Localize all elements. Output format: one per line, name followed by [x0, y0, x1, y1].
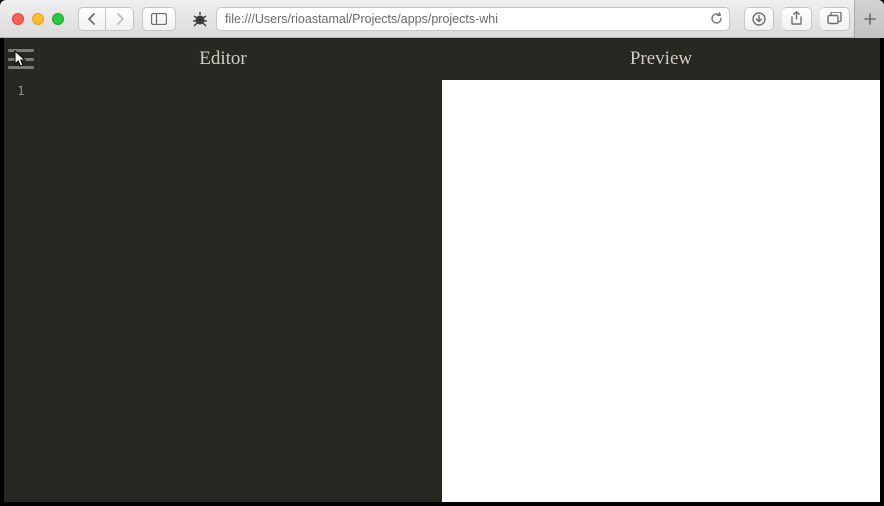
browser-window: file:///Users/rioastamal/Projects/apps/p… — [0, 0, 884, 506]
plus-icon — [863, 12, 877, 26]
bug-icon — [191, 10, 209, 28]
browser-toolbar: file:///Users/rioastamal/Projects/apps/p… — [0, 0, 884, 38]
window-zoom-button[interactable] — [52, 13, 64, 25]
forward-button[interactable] — [106, 7, 134, 31]
split-panes: 1 — [4, 80, 880, 502]
extension-icon[interactable] — [190, 9, 210, 29]
hamburger-icon — [8, 49, 34, 52]
nav-buttons — [78, 7, 134, 31]
chevron-left-icon — [87, 13, 97, 25]
reload-icon — [710, 12, 723, 25]
share-button[interactable] — [782, 7, 812, 31]
address-bar[interactable]: file:///Users/rioastamal/Projects/apps/p… — [216, 7, 730, 31]
window-minimize-button[interactable] — [32, 13, 44, 25]
editor-pane[interactable]: 1 — [4, 80, 442, 502]
chevron-right-icon — [115, 13, 125, 25]
page-content: Editor Preview 1 — [0, 38, 884, 506]
window-close-button[interactable] — [12, 13, 24, 25]
url-text: file:///Users/rioastamal/Projects/apps/p… — [225, 12, 710, 26]
sidebar-icon — [151, 13, 167, 25]
download-icon — [752, 12, 766, 26]
line-gutter: 1 — [4, 80, 38, 502]
window-controls — [12, 13, 64, 25]
editor-header-label: Editor — [4, 48, 442, 70]
code-area[interactable] — [38, 80, 442, 502]
preview-header-label: Preview — [442, 48, 880, 70]
preview-pane — [442, 80, 880, 502]
app-inner: Editor Preview 1 — [4, 38, 880, 502]
sidebar-toggle-button[interactable] — [142, 7, 176, 31]
line-number: 1 — [4, 84, 38, 98]
tabs-icon — [827, 12, 842, 25]
back-button[interactable] — [78, 7, 106, 31]
tabs-button[interactable] — [820, 7, 850, 31]
menu-button[interactable] — [8, 49, 34, 69]
share-icon — [790, 11, 803, 26]
new-tab-button[interactable] — [854, 0, 884, 38]
address-bar-wrap: file:///Users/rioastamal/Projects/apps/p… — [190, 7, 730, 31]
reload-button[interactable] — [710, 12, 723, 25]
downloads-button[interactable] — [744, 7, 774, 31]
app-header: Editor Preview — [4, 38, 880, 80]
